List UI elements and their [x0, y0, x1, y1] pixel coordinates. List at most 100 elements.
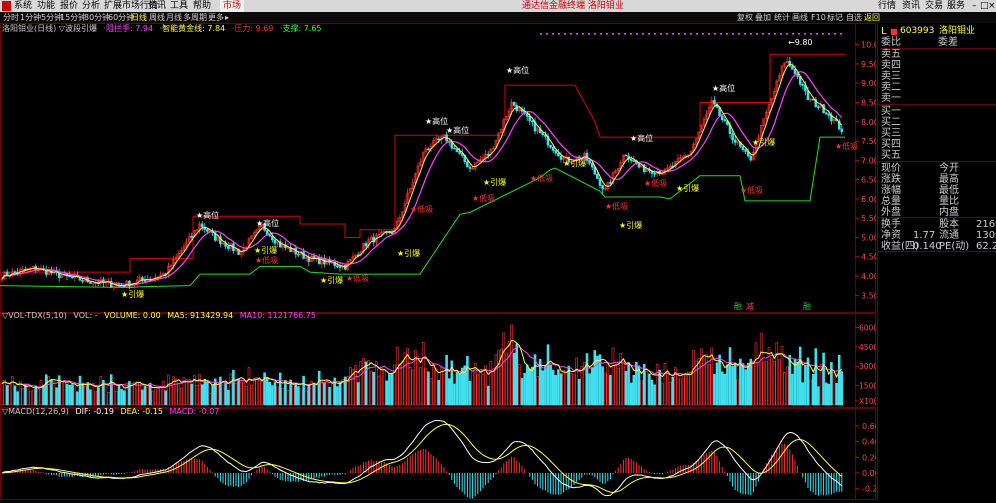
period-tab-active[interactable]: 日线	[131, 12, 147, 23]
event-dot	[672, 33, 674, 35]
back-button[interactable]: 返回	[864, 12, 880, 23]
volume-bar	[697, 358, 701, 406]
period-tab[interactable]: 分时	[3, 12, 19, 23]
candle-body	[801, 83, 805, 86]
volume-bar	[739, 358, 742, 406]
candle-body	[268, 234, 272, 237]
volume-bar	[42, 385, 45, 406]
period-tab[interactable]: 月线	[166, 12, 182, 23]
volume-bar	[562, 370, 565, 406]
volume-bar	[304, 390, 308, 406]
volume-bar	[146, 387, 149, 406]
event-dot	[780, 33, 782, 35]
volume-bar	[3, 379, 6, 406]
close-icon[interactable]: ×	[988, 0, 996, 12]
dif-line	[1, 419, 843, 497]
period-tab[interactable]: 1分钟	[20, 12, 41, 23]
signal-label: ★高位	[712, 83, 735, 93]
candle-body	[427, 148, 430, 151]
volume-bar	[694, 360, 698, 406]
menu-help[interactable]: 帮助	[193, 0, 211, 12]
volume-bar	[531, 366, 534, 406]
menu-market[interactable]: 市场	[220, 0, 245, 12]
favorite-button[interactable]: 自选	[846, 12, 862, 23]
legend-item: MA5: 913429.94	[164, 311, 234, 320]
volume-bar	[226, 389, 230, 406]
event-dot	[570, 33, 572, 35]
event-dot	[678, 33, 680, 35]
volume-bar	[232, 369, 235, 406]
minimize-icon[interactable]: –	[972, 0, 977, 12]
volume-bar	[453, 383, 456, 406]
volume-bar	[336, 386, 339, 406]
event-dot	[840, 33, 842, 35]
period-tab[interactable]: 更多	[208, 12, 224, 23]
y-tick-label: 6.50	[861, 176, 876, 185]
menu-right-quote[interactable]: 行情	[878, 0, 896, 12]
menu-tools[interactable]: 工具	[170, 0, 188, 12]
stats-button[interactable]: 统计	[774, 12, 790, 23]
main-chart-title: 洛阳钼业(日线) ▽波段引爆 ·阻拦手: 7.94 ·智能黄金线: 7.84 ·…	[2, 24, 322, 34]
menu-news[interactable]: 资讯	[148, 0, 166, 12]
f10-button[interactable]: F10	[811, 12, 826, 23]
volume-bar	[138, 382, 142, 406]
draw-button[interactable]: 画线	[792, 12, 808, 23]
chart-canvas[interactable]: 10.00 9.50 9.00 8.50 8.00 7.50 7.00 6.50 6.00 5.5…	[0, 23, 884, 500]
volume-bar	[541, 370, 545, 406]
volume-bar	[21, 387, 25, 406]
volume-bar	[260, 381, 264, 406]
y-tick-label: 0.40	[862, 438, 876, 447]
menu-system[interactable]: 系统	[14, 0, 32, 12]
menu-analysis[interactable]: 分析	[82, 0, 100, 12]
candle-body	[557, 152, 560, 157]
volume-bar	[372, 371, 376, 406]
volume-bar	[622, 359, 625, 406]
candle-body	[723, 119, 727, 122]
period-tab[interactable]: 多周期	[183, 12, 207, 23]
chart-area: 10.00 9.50 9.00 8.50 8.00 7.50 7.00 6.50 6.00 5.5…	[0, 23, 884, 500]
volume-bar	[362, 358, 365, 406]
candle-body	[624, 154, 628, 157]
macd-title: ▽MACD(12,26,9) DIF: -0.19 DEA: -0.15 MAC…	[2, 407, 219, 417]
mark-button[interactable]: 标记	[827, 12, 843, 23]
volume-bar	[718, 354, 721, 406]
volume-bar	[590, 368, 594, 406]
menu-function[interactable]: 功能	[37, 0, 55, 12]
quote-label: 量比	[939, 196, 959, 207]
volume-bar	[523, 372, 526, 406]
candle-body	[390, 232, 394, 234]
volume-bar	[728, 347, 732, 406]
volume-bar	[502, 332, 506, 406]
period-tab[interactable]: 5分钟	[41, 12, 62, 23]
candle-body	[455, 148, 459, 152]
y-tick-label: 8.00	[861, 118, 876, 127]
menu-right-service[interactable]: 服务	[947, 0, 965, 12]
volume-bar	[515, 343, 519, 406]
period-tab[interactable]: 周线	[149, 12, 165, 23]
signal-label: ★引爆	[254, 245, 277, 255]
volume-bar	[359, 361, 363, 406]
volume-bar	[328, 386, 331, 406]
volume-bar	[775, 342, 779, 406]
volume-bar	[161, 380, 165, 406]
volume-bar	[653, 384, 656, 406]
period-tab[interactable]: 15分钟	[60, 12, 86, 23]
adjust-button[interactable]: 复权	[737, 12, 753, 23]
fundamental-cell: 净资	[881, 230, 901, 241]
candle-body	[554, 150, 558, 154]
menu-quote[interactable]: 报价	[60, 0, 78, 12]
overlay-button[interactable]: 叠加	[755, 12, 771, 23]
volume-bar	[489, 361, 493, 406]
volume-bar	[141, 389, 144, 406]
period-tab[interactable]: 30分钟	[84, 12, 110, 23]
volume-bar	[505, 352, 508, 406]
candle-body	[590, 162, 594, 168]
menu-right-news[interactable]: 资讯	[902, 0, 920, 12]
y-tick-label: 5.50	[861, 214, 876, 223]
volume-bar	[284, 379, 287, 406]
more-chevron-icon[interactable]: ▸	[225, 12, 229, 23]
event-dot	[738, 33, 740, 35]
volume-bar	[681, 374, 685, 406]
volume-bar	[239, 381, 243, 406]
menu-right-trade[interactable]: 交易	[925, 0, 943, 12]
